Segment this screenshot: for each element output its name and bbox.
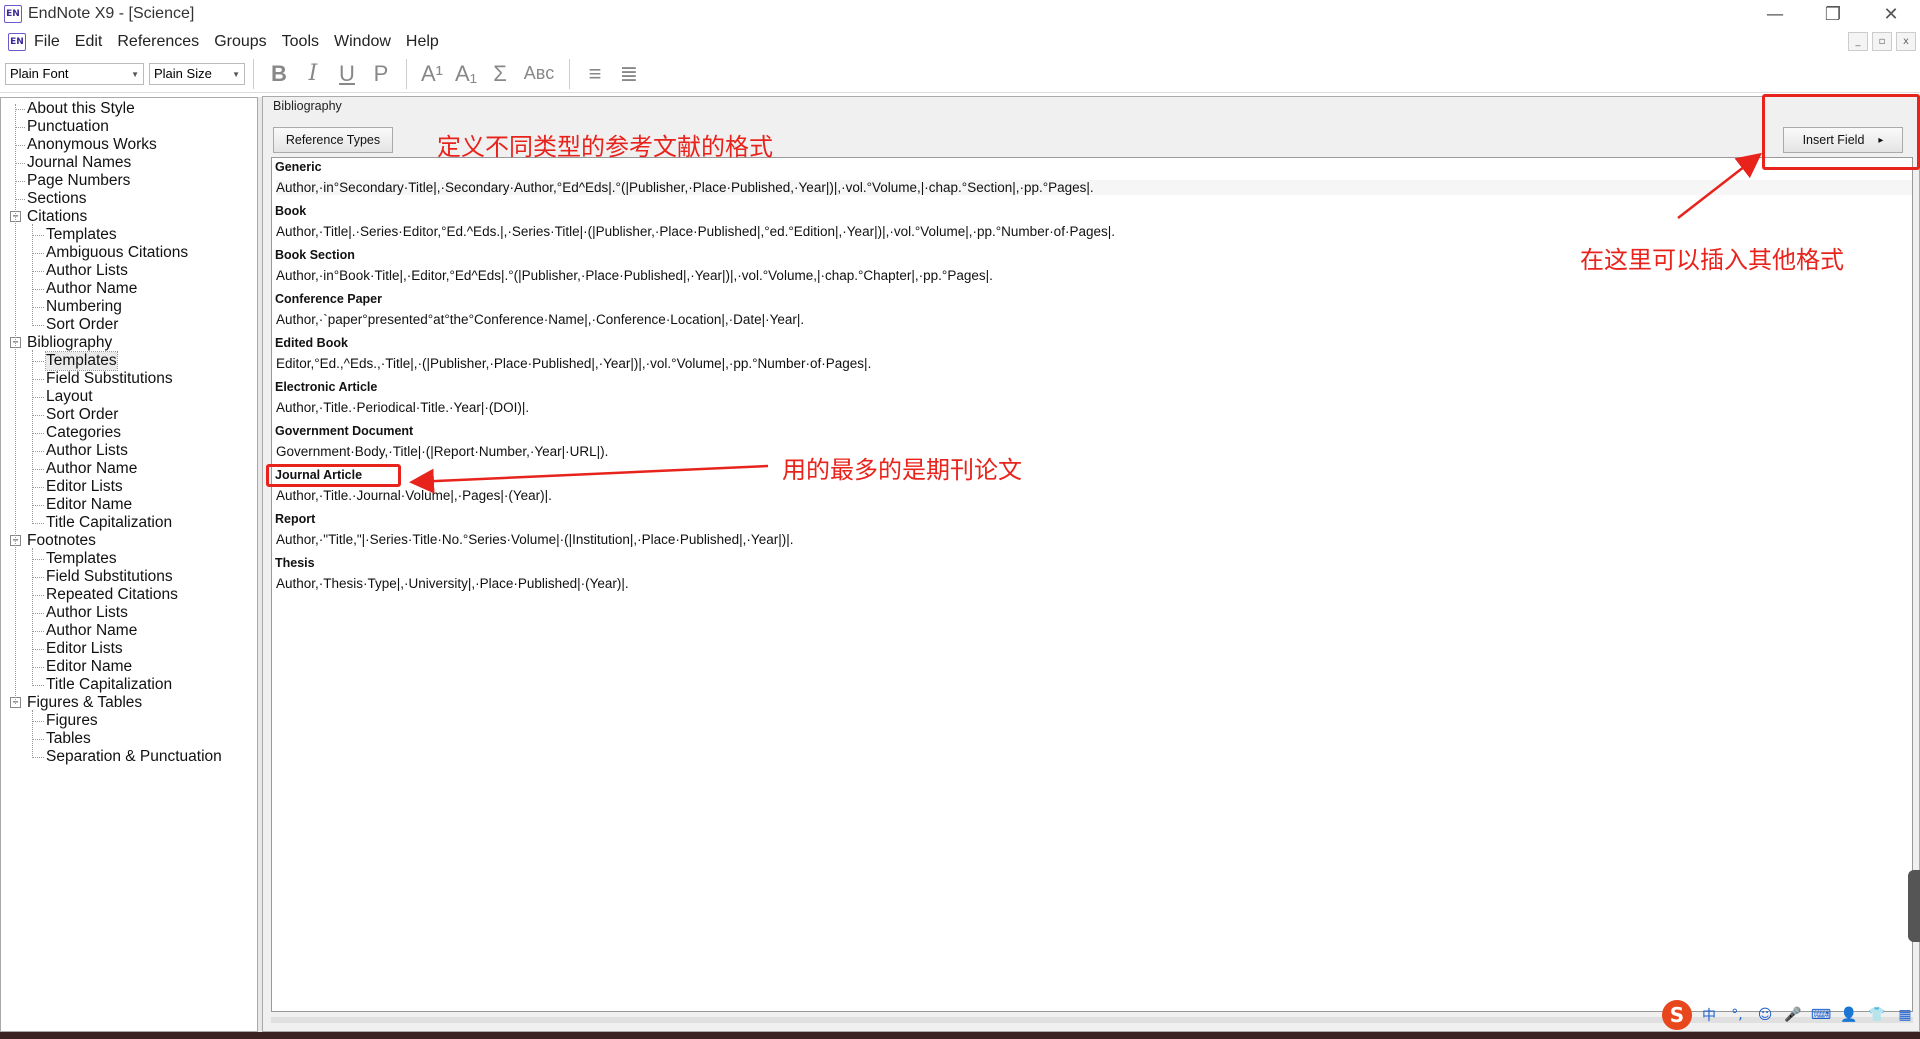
emoji-icon[interactable]: ☺ [1754, 1004, 1776, 1026]
keyboard-icon[interactable]: ⌨ [1810, 1004, 1832, 1026]
chinese-mode-icon[interactable]: 中 [1698, 1004, 1720, 1026]
insert-field-arrow [1677, 152, 1762, 219]
user-icon[interactable]: 👤 [1838, 1004, 1860, 1026]
microphone-icon[interactable]: 🎤 [1782, 1004, 1804, 1026]
taskbar-strip [0, 1032, 1920, 1039]
toolbox-icon[interactable]: ▦ [1894, 1004, 1916, 1026]
punctuation-icon[interactable]: °, [1726, 1004, 1748, 1026]
skin-icon[interactable]: 👕 [1866, 1004, 1888, 1026]
side-scroll-knob[interactable] [1908, 870, 1920, 942]
annotation-arrows [409, 152, 1762, 494]
system-tray: S 中 °, ☺ 🎤 ⌨ 👤 👕 ▦ [1662, 1000, 1916, 1030]
journal-article-arrow [409, 464, 769, 494]
sogou-ime-icon[interactable]: S [1662, 1000, 1692, 1030]
